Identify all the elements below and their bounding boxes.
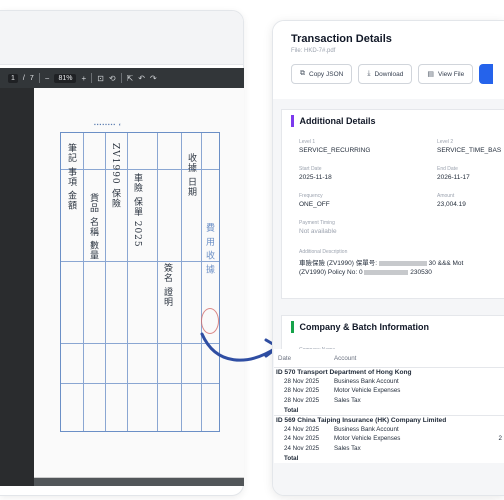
field-payment-timing: Payment Timing Not available — [299, 220, 337, 235]
redacted-text — [364, 269, 409, 275]
scanned-form: 筆記 事項 金額 貨品 名稱 數量 ZV1990 保險 車險 保單 2025 簽… — [60, 132, 220, 432]
table-row[interactable]: 24 Nov 2025 Business Bank Account — [274, 425, 504, 435]
section-accent — [291, 115, 294, 127]
pdf-sidebar — [0, 88, 34, 486]
field-end-date: End Date 2026-11-17 — [437, 166, 470, 181]
copy-json-button[interactable]: ⧉ Copy JSON — [291, 64, 353, 84]
column-header-account: Account — [334, 354, 357, 362]
page-number-input[interactable]: 1 — [8, 73, 18, 83]
table-row[interactable]: 24 Nov 2025 Motor Vehicle Expenses 2 — [274, 434, 504, 444]
select-tool-icon[interactable]: ⇱ — [127, 74, 134, 83]
table-row[interactable]: 24 Nov 2025 Sales Tax — [274, 444, 504, 454]
total-row: Total — [284, 454, 299, 462]
handwriting: 車險 保單 2025 — [132, 173, 142, 248]
section-accent — [291, 321, 294, 333]
zoom-level-input[interactable]: 81% — [54, 73, 77, 83]
zoom-in-button[interactable]: + — [81, 74, 86, 83]
handwriting: 筆記 事項 金額 — [66, 143, 76, 211]
group-header[interactable]: ID 569 China Taiping Insurance (HK) Comp… — [274, 414, 504, 425]
toolbar-divider — [91, 73, 93, 83]
download-icon: ⤓ — [367, 70, 371, 77]
field-level1: Level 1 SERVICE_RECURRING — [299, 139, 371, 154]
view-file-button[interactable]: ▤ View File — [418, 64, 474, 84]
handwriting: 費 用 收 據 — [204, 223, 214, 275]
download-button[interactable]: ⤓ Download — [358, 64, 413, 84]
page-separator: / — [22, 74, 25, 82]
table-row[interactable]: 28 Nov 2025 Business Bank Account — [274, 377, 504, 387]
zoom-out-button[interactable]: − — [45, 74, 50, 83]
toolbar-divider — [120, 73, 122, 83]
viewer-top-bar — [0, 11, 243, 65]
field-level2: Level 2 SERVICE_TIME_BAS — [437, 139, 502, 154]
transactions-table: Date Account ID 570 Transport Department… — [274, 349, 504, 463]
file-name: File: HKD-7#.pdf — [291, 48, 336, 54]
redo-icon[interactable]: ↷ — [150, 74, 157, 83]
table-row[interactable]: 28 Nov 2025 Sales Tax — [274, 396, 504, 406]
group-header[interactable]: ID 570 Transport Department of Hong Kong — [274, 367, 504, 377]
rotate-icon[interactable]: ⟲ — [109, 74, 116, 83]
toolbar-divider — [38, 73, 40, 83]
pdf-toolbar: 1 / 7 − 81% + ⊡ ⟲ ⇱ ↶ ↷ — [0, 68, 244, 88]
handwriting: 簽名 證明 — [162, 263, 172, 307]
table-row[interactable]: 28 Nov 2025 Motor Vehicle Expenses — [274, 386, 504, 396]
page-title: Transaction Details — [291, 33, 392, 45]
action-buttons: ⧉ Copy JSON ⤓ Download ▤ View File — [291, 64, 504, 84]
column-header-date: Date — [278, 354, 292, 362]
handwriting: 收據 日期 — [186, 153, 196, 197]
total-row: Total — [284, 406, 299, 414]
field-additional-description: Additional Description 車險保險 (ZV1990) 保單号… — [299, 249, 464, 276]
scanned-page: ▪▪▪▪▪▪▪▪ ◐ 筆記 事項 金額 貨品 名稱 數量 ZV1990 保險 車… — [34, 88, 244, 478]
company-batch-heading: Company & Batch Information — [291, 321, 429, 333]
page-total: 7 — [29, 74, 34, 82]
primary-action-button[interactable] — [479, 64, 494, 84]
handwriting: 貨品 名稱 數量 — [88, 193, 98, 261]
field-frequency: Frequency ONE_OFF — [299, 193, 330, 208]
fit-page-icon[interactable]: ⊡ — [97, 74, 104, 83]
scan-header-marks: ▪▪▪▪▪▪▪▪ ◐ — [94, 122, 123, 128]
redacted-text — [378, 260, 427, 266]
pdf-canvas: ▪▪▪▪▪▪▪▪ ◐ 筆記 事項 金額 貨品 名稱 數量 ZV1990 保險 車… — [0, 88, 244, 486]
details-header: Transaction Details File: HKD-7#.pdf ⧉ C… — [273, 21, 504, 99]
handwriting: ZV1990 保險 — [110, 143, 120, 209]
table-header: Date Account — [274, 349, 504, 367]
file-icon: ▤ — [427, 71, 434, 78]
undo-icon[interactable]: ↶ — [138, 74, 145, 83]
field-start-date: Start Date 2025-11-18 — [299, 166, 332, 181]
copy-icon: ⧉ — [300, 70, 305, 77]
additional-details-heading: Additional Details — [291, 115, 376, 127]
field-amount: Amount 23,004.19 — [437, 193, 466, 208]
